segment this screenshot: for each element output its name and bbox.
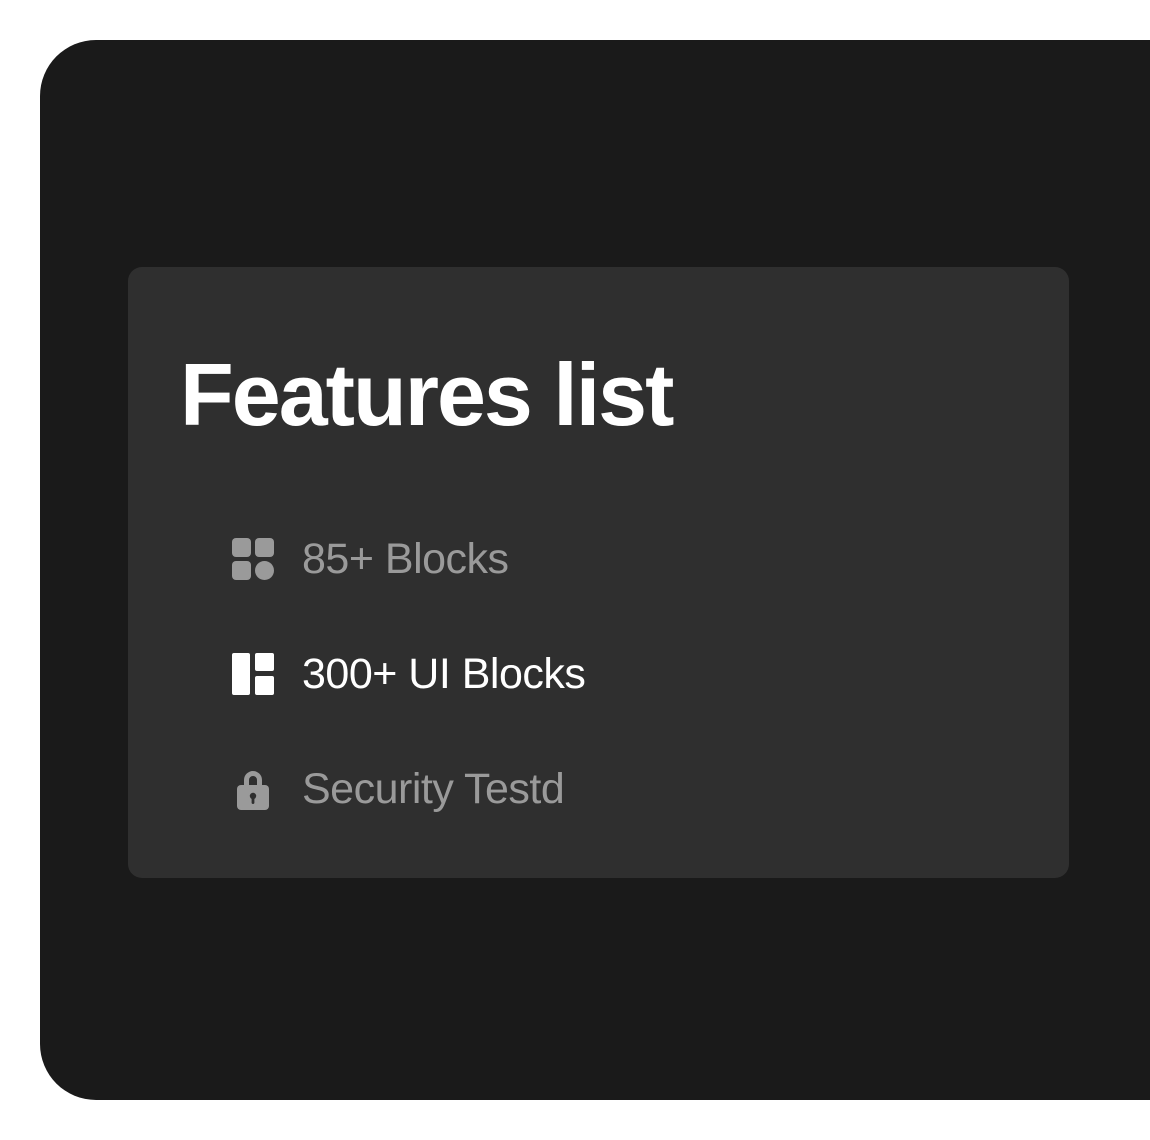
grid-blocks-icon: [232, 538, 274, 580]
feature-item-security[interactable]: Security Testd: [232, 759, 932, 819]
features-title: Features list: [180, 345, 674, 444]
feature-item-blocks[interactable]: 85+ Blocks: [232, 529, 932, 589]
feature-label-security: Security Testd: [302, 764, 565, 813]
feature-list: 85+ Blocks 300+ UI Blocks Security Testd: [232, 529, 932, 819]
feature-label-ui-blocks: 300+ UI Blocks: [302, 649, 586, 698]
feature-label-blocks: 85+ Blocks: [302, 534, 509, 583]
features-card: Features list 85+ Blocks 300+ UI Blocks …: [128, 267, 1069, 878]
feature-item-ui-blocks[interactable]: 300+ UI Blocks: [232, 644, 932, 704]
layout-icon: [232, 653, 274, 695]
dark-frame: Features list 85+ Blocks 300+ UI Blocks …: [40, 40, 1150, 1100]
lock-icon: [232, 768, 274, 810]
